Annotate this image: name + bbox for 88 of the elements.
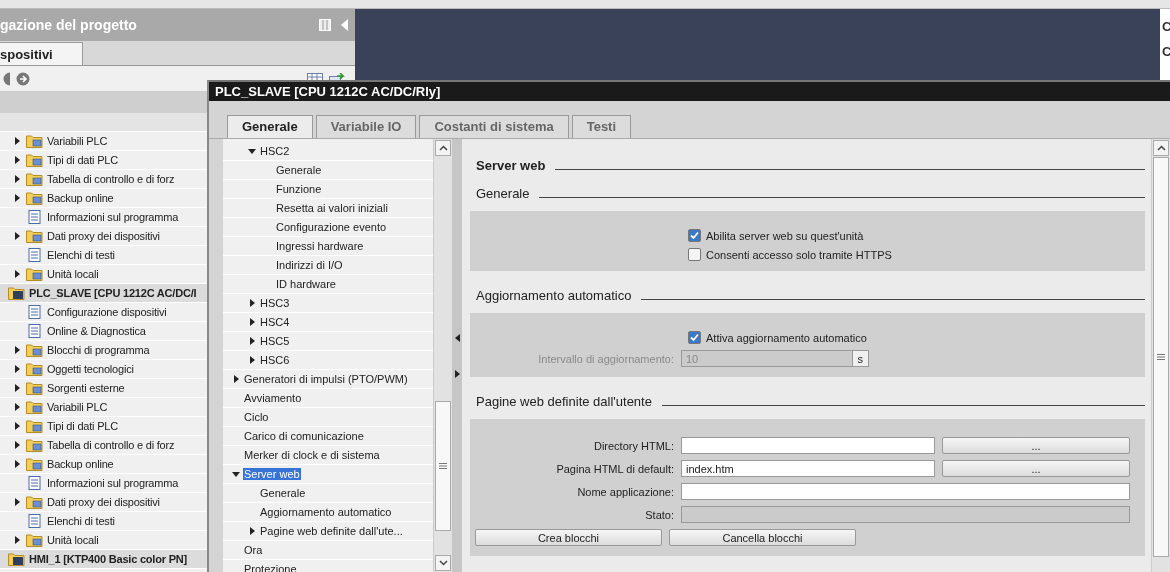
expand-icon[interactable]: [13, 403, 21, 411]
expand-icon[interactable]: [13, 498, 21, 506]
page-heading: Server web: [476, 157, 546, 173]
expand-icon[interactable]: [13, 156, 21, 164]
expand-icon[interactable]: [13, 536, 21, 544]
expand-icon[interactable]: [13, 441, 21, 449]
checkbox[interactable]: [688, 248, 701, 261]
expand-icon[interactable]: [248, 337, 256, 345]
expand-icon[interactable]: [13, 270, 21, 278]
collapse-left-icon[interactable]: [454, 333, 460, 342]
field-label: Intervallo di aggiornamento:: [537, 352, 674, 365]
section-heading: Pagine web definite dall'utente: [476, 393, 652, 409]
input-field[interactable]: [681, 437, 935, 454]
expand-right-icon[interactable]: [454, 369, 460, 378]
browse-button[interactable]: ...: [942, 437, 1130, 454]
scrollbar[interactable]: [433, 139, 452, 572]
folder-icon: [26, 191, 43, 205]
input-field[interactable]: index.htm: [681, 460, 935, 477]
document-icon: [26, 514, 43, 528]
expand-icon[interactable]: [13, 460, 21, 468]
scroll-up-icon[interactable]: [438, 145, 448, 151]
tab[interactable]: Variabile IO: [315, 115, 417, 138]
folder-icon: [26, 457, 43, 471]
expand-icon[interactable]: [13, 232, 21, 240]
expand-icon[interactable]: [13, 422, 21, 430]
expand-icon[interactable]: [248, 356, 256, 364]
folder-icon: [26, 400, 43, 414]
folder-icon: [26, 153, 43, 167]
folder-icon: [26, 267, 43, 281]
document-icon: [26, 248, 43, 262]
document-icon: [26, 476, 43, 490]
checkbox[interactable]: [688, 331, 701, 344]
document-icon: [26, 305, 43, 319]
folder-icon: [26, 172, 43, 186]
expand-icon[interactable]: [248, 527, 256, 535]
expand-icon[interactable]: [248, 299, 256, 307]
scroll-up-icon[interactable]: [1156, 145, 1166, 151]
field-label: Pagina HTML di default:: [555, 462, 674, 475]
browse-button[interactable]: ...: [942, 460, 1130, 477]
checkbox-label: Consenti accesso solo tramite HTTPS: [706, 248, 892, 261]
input-field[interactable]: [681, 483, 1130, 500]
expand-icon[interactable]: [13, 194, 21, 202]
tab[interactable]: Testi: [571, 115, 632, 138]
nav-item[interactable]: Server web: [243, 468, 301, 480]
collapse-icon[interactable]: [232, 470, 240, 478]
checkbox[interactable]: [688, 229, 701, 242]
device-icon: [8, 286, 25, 300]
field-label: Stato:: [644, 508, 674, 521]
scroll-down-icon[interactable]: [438, 560, 448, 566]
expand-icon[interactable]: [13, 137, 21, 145]
checkbox-label: Attiva aggiornamento automatico: [706, 331, 867, 344]
folder-icon: [26, 438, 43, 452]
document-icon: [26, 210, 43, 224]
expand-icon[interactable]: [13, 346, 21, 354]
tab[interactable]: Costanti di sistema: [419, 115, 569, 138]
folder-icon: [26, 419, 43, 433]
grip-icon: [1157, 354, 1165, 360]
scrollbar[interactable]: [1151, 139, 1170, 572]
folder-icon: [26, 134, 43, 148]
forward-icon[interactable]: [16, 71, 30, 86]
expand-icon[interactable]: [248, 318, 256, 326]
expand-icon[interactable]: [13, 384, 21, 392]
device-icon: [8, 552, 25, 566]
section-heading: Aggiornamento automatico: [476, 287, 632, 303]
document-icon: [26, 324, 43, 338]
tab[interactable]: Generale: [227, 115, 313, 138]
field-label: Nome applicazione:: [576, 485, 674, 498]
action-button[interactable]: Cancella blocchi: [669, 529, 856, 546]
panel-tab[interactable]: spositivi: [0, 42, 83, 65]
expand-icon[interactable]: [13, 365, 21, 373]
expand-icon[interactable]: [232, 375, 240, 383]
unit-label: s: [851, 351, 868, 366]
folder-icon: [26, 381, 43, 395]
panel-title: gazione del progetto: [0, 17, 137, 33]
folder-icon: [26, 229, 43, 243]
folder-icon: [26, 533, 43, 547]
collapse-icon[interactable]: [248, 147, 256, 155]
section-heading: Generale: [476, 185, 530, 201]
dialog-title: PLC_SLAVE [CPU 1212C AC/DC/Rly]: [209, 80, 1170, 101]
input-field[interactable]: [681, 506, 1130, 523]
checkbox-label: Abilita server web su quest'unità: [706, 229, 864, 242]
folder-icon: [26, 362, 43, 376]
expand-icon[interactable]: [13, 175, 21, 183]
folder-icon: [26, 495, 43, 509]
grip-icon: [439, 463, 447, 469]
action-button[interactable]: Crea blocchi: [475, 529, 662, 546]
field-label: Directory HTML:: [592, 439, 674, 452]
folder-icon: [26, 343, 43, 357]
